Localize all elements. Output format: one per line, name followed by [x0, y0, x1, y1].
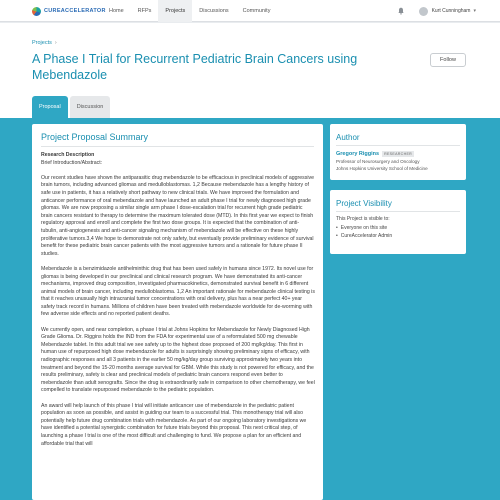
list-item: • Everyone on this site — [336, 224, 392, 232]
author-title: Professor of Neurosurgery and Oncology — [336, 159, 420, 164]
nav-item-discussions[interactable]: Discussions — [192, 0, 235, 22]
breadcrumb-projects-link[interactable]: Projects — [32, 40, 52, 46]
proposal-body: Research Description Brief Introduction/… — [41, 152, 315, 456]
author-heading: Author — [336, 133, 360, 142]
tab-proposal[interactable]: Proposal — [32, 96, 68, 118]
visibility-item-label: CureAccelerator Admin — [340, 233, 393, 239]
bullet-icon: • — [336, 233, 338, 239]
divider — [336, 211, 460, 212]
follow-button[interactable]: Follow — [430, 53, 466, 67]
author-card: Author Gregory Riggins RESEARCHER Profes… — [330, 124, 466, 180]
breadcrumb: Projects › — [32, 40, 57, 46]
visibility-list: • Everyone on this site • CureAccelerato… — [336, 224, 392, 240]
logo-mark-icon — [32, 6, 41, 16]
main-nav: Home RFPs Projects Discussions Community — [102, 0, 277, 22]
author-name-row: Gregory Riggins RESEARCHER — [336, 151, 415, 157]
visibility-item-label: Everyone on this site — [340, 225, 388, 231]
tab-discussion[interactable]: Discussion — [69, 96, 111, 118]
user-name[interactable]: Kurt Cunningham — [432, 8, 471, 14]
chevron-down-icon[interactable]: ▾ — [473, 8, 476, 14]
bullet-icon: • — [336, 225, 338, 231]
visibility-heading: Project Visibility — [336, 199, 392, 208]
researcher-badge: RESEARCHER — [382, 151, 415, 157]
top-navigation-bar: CUREACCELERATOR Home RFPs Projects Discu… — [0, 0, 500, 22]
research-description-heading: Research Description — [41, 152, 95, 158]
page-title: A Phase I Trial for Recurrent Pediatric … — [32, 52, 358, 82]
divider — [41, 146, 314, 147]
nav-item-rfps[interactable]: RFPs — [131, 0, 159, 22]
logo-text: CUREACCELERATOR — [44, 8, 106, 14]
cureaccelerator-logo[interactable]: CUREACCELERATOR — [32, 6, 106, 16]
author-name-link[interactable]: Gregory Riggins — [336, 151, 379, 157]
nav-item-projects[interactable]: Projects — [158, 0, 193, 22]
proposal-paragraph: Our recent studies have shown the antipa… — [41, 174, 314, 257]
notification-bell-icon[interactable] — [397, 7, 405, 15]
list-item: • CureAccelerator Admin — [336, 232, 392, 240]
user-avatar[interactable] — [418, 6, 428, 16]
nav-item-community[interactable]: Community — [236, 0, 278, 22]
proposal-summary-card: Project Proposal Summary Research Descri… — [32, 124, 323, 500]
abstract-subheading: Brief Introduction/Abstract: — [41, 159, 103, 166]
proposal-paragraph: An award will help launch of this phase … — [41, 402, 307, 447]
proposal-paragraph: We currently open, and near completion, … — [41, 326, 315, 394]
breadcrumb-separator-icon: › — [54, 40, 57, 46]
author-organization: Johns Hopkins University School of Medic… — [336, 166, 428, 171]
project-visibility-card: Project Visibility This Project is visib… — [330, 190, 466, 254]
proposal-summary-title: Project Proposal Summary — [41, 132, 149, 142]
project-tabs: Proposal Discussion — [32, 96, 112, 118]
nav-item-home[interactable]: Home — [102, 0, 131, 22]
divider — [336, 145, 460, 146]
visibility-intro: This Project is visible to: — [336, 216, 390, 222]
user-menu[interactable]: Kurt Cunningham ▾ — [397, 0, 476, 22]
proposal-paragraph: Mebendazole is a benzimidazole antihelmi… — [41, 265, 315, 318]
